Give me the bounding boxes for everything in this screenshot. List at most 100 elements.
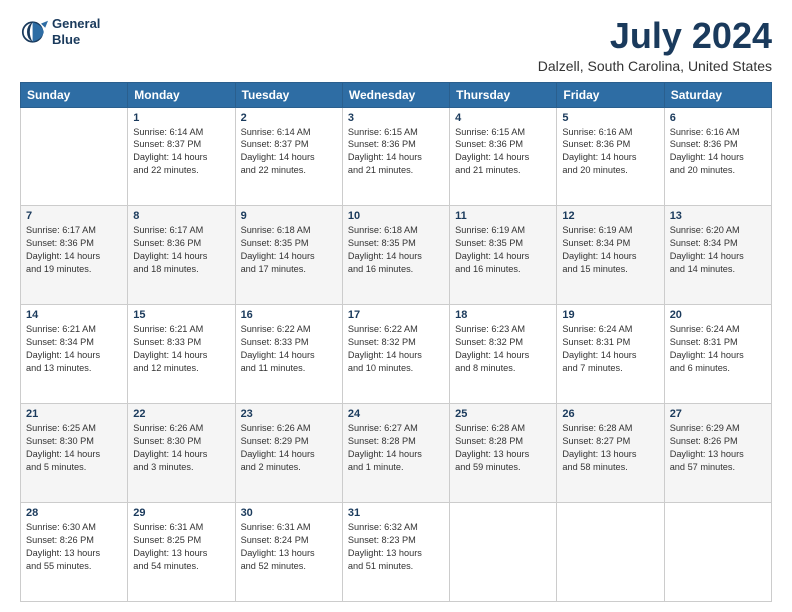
calendar-cell: 3Sunrise: 6:15 AMSunset: 8:36 PMDaylight… <box>342 107 449 206</box>
calendar-week-row: 21 Sunrise: 6:25 AMSunset: 8:30 PMDayligh… <box>21 404 772 503</box>
day-info: Sunrise: 6:16 AMSunset: 8:36 PMDaylight:… <box>562 126 658 178</box>
day-number: 2 <box>241 112 337 124</box>
day-number: 9 <box>241 210 337 222</box>
day-info: Sunrise: 6:15 AMSunset: 8:36 PMDaylight:… <box>455 126 551 178</box>
day-info: Sunrise: 6:32 AMSunset: 8:23 PMDaylight:… <box>348 521 444 573</box>
calendar-cell: 18 Sunrise: 6:23 AMSunset: 8:32 PMDayligh… <box>450 305 557 404</box>
day-info: Sunrise: 6:31 AMSunset: 8:25 PMDaylight:… <box>133 521 229 573</box>
calendar-day-header: Wednesday <box>342 82 449 107</box>
calendar-cell: 6 Sunrise: 6:16 AMSunset: 8:36 PMDaylight… <box>664 107 771 206</box>
calendar-cell: 12 Sunrise: 6:19 AMSunset: 8:34 PMDayligh… <box>557 206 664 305</box>
day-number: 20 <box>670 309 766 321</box>
day-info: Sunrise: 6:28 AMSunset: 8:27 PMDaylight:… <box>562 422 658 474</box>
day-number: 19 <box>562 309 658 321</box>
calendar-cell: 10Sunrise: 6:18 AMSunset: 8:35 PMDayligh… <box>342 206 449 305</box>
subtitle: Dalzell, South Carolina, United States <box>538 58 772 74</box>
main-title: July 2024 <box>538 16 772 56</box>
day-number: 12 <box>562 210 658 222</box>
logo-text: General Blue <box>52 16 100 47</box>
day-info: Sunrise: 6:23 AMSunset: 8:32 PMDaylight:… <box>455 323 551 375</box>
calendar-cell: 14 Sunrise: 6:21 AMSunset: 8:34 PMDayligh… <box>21 305 128 404</box>
day-number: 25 <box>455 408 551 420</box>
calendar-cell: 31Sunrise: 6:32 AMSunset: 8:23 PMDayligh… <box>342 503 449 602</box>
day-number: 16 <box>241 309 337 321</box>
calendar-cell: 21 Sunrise: 6:25 AMSunset: 8:30 PMDayligh… <box>21 404 128 503</box>
calendar-cell <box>21 107 128 206</box>
day-number: 21 <box>26 408 122 420</box>
day-info: Sunrise: 6:30 AMSunset: 8:26 PMDaylight:… <box>26 521 122 573</box>
calendar-week-row: 28 Sunrise: 6:30 AMSunset: 8:26 PMDayligh… <box>21 503 772 602</box>
calendar-cell: 4 Sunrise: 6:15 AMSunset: 8:36 PMDaylight… <box>450 107 557 206</box>
calendar-day-header: Saturday <box>664 82 771 107</box>
calendar-cell: 23Sunrise: 6:26 AMSunset: 8:29 PMDayligh… <box>235 404 342 503</box>
day-number: 7 <box>26 210 122 222</box>
header: General Blue July 2024 Dalzell, South Ca… <box>20 16 772 74</box>
page: General Blue July 2024 Dalzell, South Ca… <box>0 0 792 612</box>
calendar-week-row: 14 Sunrise: 6:21 AMSunset: 8:34 PMDayligh… <box>21 305 772 404</box>
calendar-cell <box>664 503 771 602</box>
day-info: Sunrise: 6:17 AMSunset: 8:36 PMDaylight:… <box>26 224 122 276</box>
day-info: Sunrise: 6:17 AMSunset: 8:36 PMDaylight:… <box>133 224 229 276</box>
calendar-cell: 7 Sunrise: 6:17 AMSunset: 8:36 PMDaylight… <box>21 206 128 305</box>
calendar-cell: 30 Sunrise: 6:31 AMSunset: 8:24 PMDayligh… <box>235 503 342 602</box>
day-info: Sunrise: 6:18 AMSunset: 8:35 PMDaylight:… <box>241 224 337 276</box>
day-number: 14 <box>26 309 122 321</box>
day-info: Sunrise: 6:22 AMSunset: 8:32 PMDaylight:… <box>348 323 444 375</box>
calendar-day-header: Sunday <box>21 82 128 107</box>
day-number: 15 <box>133 309 229 321</box>
day-info: Sunrise: 6:16 AMSunset: 8:36 PMDaylight:… <box>670 126 766 178</box>
day-info: Sunrise: 6:22 AMSunset: 8:33 PMDaylight:… <box>241 323 337 375</box>
calendar-cell: 5Sunrise: 6:16 AMSunset: 8:36 PMDaylight… <box>557 107 664 206</box>
calendar-week-row: 1 Sunrise: 6:14 AMSunset: 8:37 PMDaylight… <box>21 107 772 206</box>
day-info: Sunrise: 6:25 AMSunset: 8:30 PMDaylight:… <box>26 422 122 474</box>
day-info: Sunrise: 6:14 AMSunset: 8:37 PMDaylight:… <box>241 126 337 178</box>
day-number: 24 <box>348 408 444 420</box>
calendar-table: SundayMondayTuesdayWednesdayThursdayFrid… <box>20 82 772 602</box>
day-info: Sunrise: 6:24 AMSunset: 8:31 PMDaylight:… <box>562 323 658 375</box>
day-number: 10 <box>348 210 444 222</box>
calendar-day-header: Friday <box>557 82 664 107</box>
calendar-cell: 1Sunrise: 6:14 AMSunset: 8:37 PMDaylight… <box>128 107 235 206</box>
day-info: Sunrise: 6:29 AMSunset: 8:26 PMDaylight:… <box>670 422 766 474</box>
title-block: July 2024 Dalzell, South Carolina, Unite… <box>538 16 772 74</box>
calendar-cell: 29 Sunrise: 6:31 AMSunset: 8:25 PMDayligh… <box>128 503 235 602</box>
calendar-header-row: SundayMondayTuesdayWednesdayThursdayFrid… <box>21 82 772 107</box>
day-number: 26 <box>562 408 658 420</box>
calendar-day-header: Thursday <box>450 82 557 107</box>
day-info: Sunrise: 6:19 AMSunset: 8:35 PMDaylight:… <box>455 224 551 276</box>
day-info: Sunrise: 6:21 AMSunset: 8:33 PMDaylight:… <box>133 323 229 375</box>
logo: General Blue <box>20 16 100 47</box>
calendar-week-row: 7 Sunrise: 6:17 AMSunset: 8:36 PMDaylight… <box>21 206 772 305</box>
day-number: 6 <box>670 112 766 124</box>
day-number: 4 <box>455 112 551 124</box>
calendar-cell: 16 Sunrise: 6:22 AMSunset: 8:33 PMDayligh… <box>235 305 342 404</box>
day-number: 27 <box>670 408 766 420</box>
day-info: Sunrise: 6:31 AMSunset: 8:24 PMDaylight:… <box>241 521 337 573</box>
day-number: 29 <box>133 507 229 519</box>
day-number: 22 <box>133 408 229 420</box>
day-info: Sunrise: 6:19 AMSunset: 8:34 PMDaylight:… <box>562 224 658 276</box>
calendar-cell: 17Sunrise: 6:22 AMSunset: 8:32 PMDayligh… <box>342 305 449 404</box>
day-number: 1 <box>133 112 229 124</box>
day-number: 30 <box>241 507 337 519</box>
calendar-cell: 25Sunrise: 6:28 AMSunset: 8:28 PMDayligh… <box>450 404 557 503</box>
calendar-cell: 8 Sunrise: 6:17 AMSunset: 8:36 PMDaylight… <box>128 206 235 305</box>
day-info: Sunrise: 6:21 AMSunset: 8:34 PMDaylight:… <box>26 323 122 375</box>
day-number: 28 <box>26 507 122 519</box>
calendar-cell: 19 Sunrise: 6:24 AMSunset: 8:31 PMDayligh… <box>557 305 664 404</box>
calendar-cell <box>450 503 557 602</box>
day-info: Sunrise: 6:15 AMSunset: 8:36 PMDaylight:… <box>348 126 444 178</box>
day-number: 11 <box>455 210 551 222</box>
calendar-day-header: Monday <box>128 82 235 107</box>
day-info: Sunrise: 6:26 AMSunset: 8:30 PMDaylight:… <box>133 422 229 474</box>
logo-icon <box>20 18 48 46</box>
day-number: 8 <box>133 210 229 222</box>
day-info: Sunrise: 6:27 AMSunset: 8:28 PMDaylight:… <box>348 422 444 474</box>
calendar-cell: 24 Sunrise: 6:27 AMSunset: 8:28 PMDayligh… <box>342 404 449 503</box>
calendar-cell: 27 Sunrise: 6:29 AMSunset: 8:26 PMDayligh… <box>664 404 771 503</box>
day-number: 18 <box>455 309 551 321</box>
day-number: 23 <box>241 408 337 420</box>
calendar-cell: 15 Sunrise: 6:21 AMSunset: 8:33 PMDayligh… <box>128 305 235 404</box>
calendar-cell: 28 Sunrise: 6:30 AMSunset: 8:26 PMDayligh… <box>21 503 128 602</box>
calendar-cell: 2 Sunrise: 6:14 AMSunset: 8:37 PMDaylight… <box>235 107 342 206</box>
